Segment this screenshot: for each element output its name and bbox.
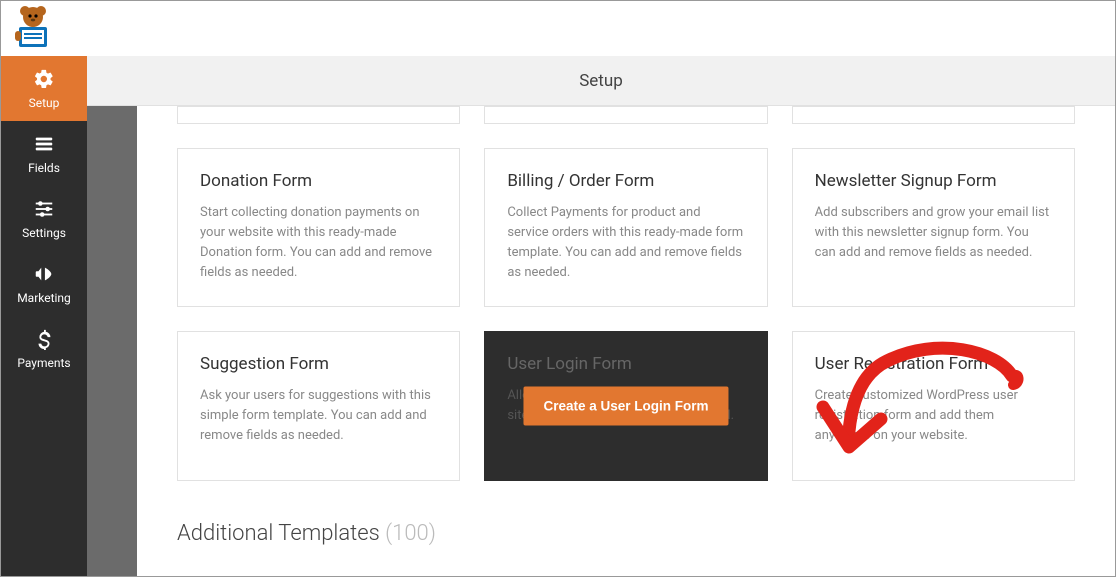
- logo-bar: [1, 1, 1115, 56]
- sidebar-label: Setup: [29, 96, 60, 110]
- main: Setup Donation Form Start collecting don…: [87, 56, 1115, 576]
- template-card-user-registration[interactable]: User Registration Form Create customized…: [792, 331, 1075, 481]
- template-card-placeholder[interactable]: [177, 106, 460, 124]
- template-title: Suggestion Form: [200, 354, 437, 374]
- template-desc: Create customized WordPress user registr…: [815, 386, 1052, 446]
- template-desc: Add subscribers and grow your email list…: [815, 203, 1052, 263]
- page-title-bar: Setup: [87, 56, 1115, 106]
- sidebar-label: Marketing: [17, 291, 71, 305]
- app-frame: Setup Fields Settings Marketing: [0, 0, 1116, 577]
- template-card-placeholder[interactable]: [792, 106, 1075, 124]
- wpforms-logo: [9, 5, 57, 53]
- sidebar-label: Settings: [22, 226, 66, 240]
- content-outer: Donation Form Start collecting donation …: [87, 106, 1115, 576]
- sidebar-item-settings[interactable]: Settings: [1, 186, 87, 251]
- template-title: Newsletter Signup Form: [815, 171, 1052, 191]
- sidebar: Setup Fields Settings Marketing: [1, 56, 87, 576]
- template-card-billing[interactable]: Billing / Order Form Collect Payments fo…: [484, 148, 767, 307]
- template-title: User Login Form: [507, 354, 744, 374]
- template-card-placeholder[interactable]: [484, 106, 767, 124]
- sidebar-item-setup[interactable]: Setup: [1, 56, 87, 121]
- sidebar-item-payments[interactable]: Payments: [1, 316, 87, 381]
- template-title: Billing / Order Form: [507, 171, 744, 191]
- sidebar-item-fields[interactable]: Fields: [1, 121, 87, 186]
- section-count: (100): [385, 521, 436, 546]
- create-user-login-form-button[interactable]: Create a User Login Form: [523, 386, 728, 425]
- template-desc: Collect Payments for product and service…: [507, 203, 744, 284]
- template-card-donation[interactable]: Donation Form Start collecting donation …: [177, 148, 460, 307]
- template-row-1: Donation Form Start collecting donation …: [137, 148, 1115, 307]
- sidebar-item-marketing[interactable]: Marketing: [1, 251, 87, 316]
- template-title: Donation Form: [200, 171, 437, 191]
- dollar-icon: [33, 328, 55, 350]
- body-wrap: Setup Fields Settings Marketing: [1, 56, 1115, 576]
- page-title: Setup: [579, 71, 623, 91]
- sliders-icon: [33, 198, 55, 220]
- sidebar-label: Payments: [17, 356, 70, 370]
- gear-icon: [33, 68, 55, 90]
- sidebar-label: Fields: [28, 161, 60, 175]
- additional-templates-heading: Additional Templates (100): [137, 481, 1115, 546]
- section-title-text: Additional Templates: [177, 521, 385, 546]
- template-row-2: Suggestion Form Ask your users for sugge…: [137, 331, 1115, 481]
- template-desc: Start collecting donation payments on yo…: [200, 203, 437, 284]
- list-icon: [33, 133, 55, 155]
- template-card-user-login[interactable]: User Login Form Allow your users to easi…: [484, 331, 767, 481]
- template-card-newsletter[interactable]: Newsletter Signup Form Add subscribers a…: [792, 148, 1075, 307]
- template-placeholder-row: [137, 106, 1115, 124]
- template-desc: Ask your users for suggestions with this…: [200, 386, 437, 446]
- bullhorn-icon: [33, 263, 55, 285]
- template-title: User Registration Form: [815, 354, 1052, 374]
- template-card-suggestion[interactable]: Suggestion Form Ask your users for sugge…: [177, 331, 460, 481]
- content-inner: Donation Form Start collecting donation …: [137, 106, 1115, 576]
